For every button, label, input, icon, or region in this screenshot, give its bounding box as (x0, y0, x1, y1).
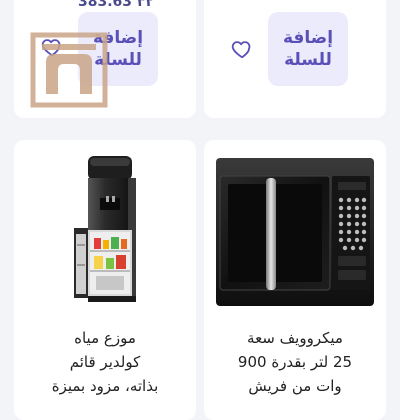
microwave-image[interactable] (214, 150, 376, 310)
heart-icon[interactable] (231, 38, 253, 60)
product-title[interactable]: ميكروويف سعة 25 لتر بقدرة 900 وات من فري… (212, 326, 378, 398)
product-card[interactable]: ميكروويف سعة 25 لتر بقدرة 900 وات من فري… (204, 140, 386, 420)
watermark-logo (30, 32, 108, 108)
product-card[interactable]: إضافة للسلة (204, 0, 386, 118)
price: 383.63 ٣٢ (78, 0, 154, 10)
product-card[interactable]: موزع مياه كولدير قائم بذاته، مزود بميزة (14, 140, 196, 420)
water-dispenser-image[interactable] (24, 150, 186, 310)
add-to-cart-button[interactable]: إضافة للسلة (268, 12, 348, 86)
product-title[interactable]: موزع مياه كولدير قائم بذاته، مزود بميزة (22, 326, 188, 398)
